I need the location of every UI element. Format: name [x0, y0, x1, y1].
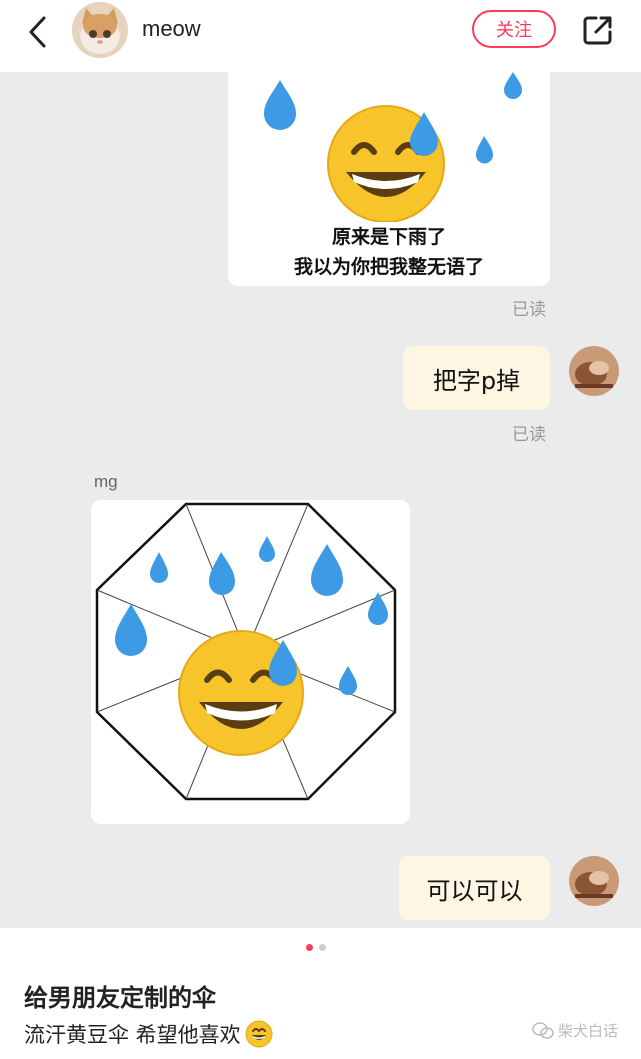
read-receipt: 已读: [512, 300, 546, 320]
wechat-icon: [532, 1021, 554, 1039]
chevron-left-icon: [29, 16, 46, 48]
post-description-text: 流汗黄豆伞 希望他喜欢: [24, 1023, 241, 1047]
chat-username[interactable]: meow: [142, 16, 201, 42]
follow-button[interactable]: 关注: [472, 10, 556, 48]
read-receipt: 已读: [512, 425, 546, 445]
post-info: 给男朋友定制的伞 流汗黄豆伞 希望他喜欢 柴犬白话: [0, 928, 641, 1059]
image-caption-line2: 我以为你把我整无语了: [293, 256, 484, 278]
grin-emoji-icon: [245, 1020, 273, 1048]
message-bubble-sent[interactable]: 把字p掉: [403, 346, 550, 410]
image-message[interactable]: 原来是下雨了 我以为你把我整无语了: [228, 72, 550, 286]
umbrella-sweat-smile-icon: [95, 502, 397, 801]
back-button[interactable]: [22, 14, 52, 50]
post-title: 给男朋友定制的伞: [24, 984, 216, 1012]
share-button[interactable]: [580, 12, 616, 48]
post-description: 流汗黄豆伞 希望他喜欢: [24, 1019, 273, 1049]
message-bubble-sent[interactable]: 可以可以: [399, 856, 550, 920]
watermark: 柴犬白话: [532, 1020, 618, 1041]
image-message[interactable]: [91, 500, 410, 824]
share-out-icon: [583, 16, 612, 45]
page-dot-active[interactable]: [306, 944, 313, 951]
watermark-text: 柴犬白话: [558, 1022, 619, 1040]
image-caption-line1: 原来是下雨了: [331, 226, 446, 248]
page-dot[interactable]: [319, 944, 326, 951]
avatar[interactable]: [569, 856, 619, 906]
avatar[interactable]: [72, 2, 128, 58]
sender-name: mg: [94, 472, 118, 491]
avatar[interactable]: [569, 346, 619, 396]
chat-area[interactable]: 原来是下雨了 我以为你把我整无语了 已读 把字p掉 已读 mg 可以可以: [0, 72, 641, 928]
sweat-smile-emoji-icon: [264, 72, 522, 222]
top-bar: meow 关注: [0, 0, 641, 72]
page-indicator[interactable]: [306, 944, 326, 951]
